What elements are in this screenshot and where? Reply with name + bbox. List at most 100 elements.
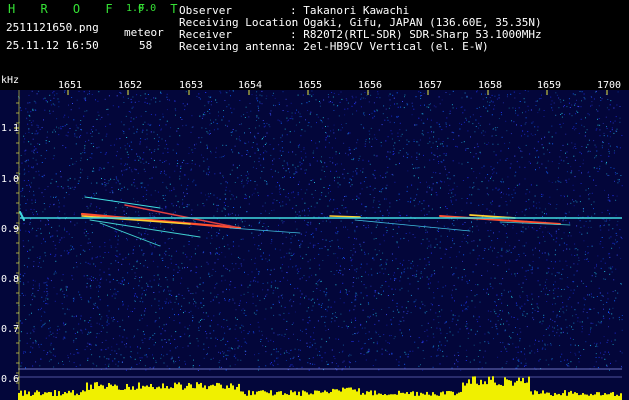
level-bar [96, 382, 98, 400]
level-bar [586, 394, 588, 400]
level-bar [610, 392, 612, 400]
level-bar [182, 389, 184, 400]
level-bar [32, 394, 34, 400]
level-bar [38, 391, 40, 400]
level-bar [440, 392, 442, 400]
level-bar [540, 393, 542, 400]
level-bar [430, 395, 432, 400]
level-bar [496, 385, 498, 400]
level-bar [158, 386, 160, 400]
level-bar [180, 384, 182, 400]
level-bar [78, 395, 80, 400]
level-bar [494, 382, 496, 400]
y-tick-label: 0.9 [1, 224, 20, 235]
level-bar [416, 391, 418, 400]
level-bar [100, 384, 102, 400]
level-bar [264, 391, 266, 400]
level-bar [272, 395, 274, 400]
level-bar [414, 395, 416, 400]
level-bar [246, 395, 248, 400]
level-bar [238, 383, 240, 400]
level-bar [144, 386, 146, 400]
level-bar [72, 390, 74, 400]
level-bar [286, 394, 288, 400]
meteor-label: meteor [124, 26, 164, 39]
y-tick-label: 1.1 [1, 123, 20, 134]
level-bar [578, 395, 580, 400]
level-bar [298, 391, 300, 400]
level-bar [140, 388, 142, 400]
y-tick-label: 0.7 [1, 324, 20, 335]
level-bar [326, 391, 328, 400]
level-bar [278, 391, 280, 400]
level-bar [474, 376, 476, 400]
level-bar [306, 392, 308, 400]
level-bar [462, 382, 464, 400]
y-tick-label: 1.0 [1, 174, 20, 185]
level-bar [354, 389, 356, 400]
antenna-label: Receiving antenna [179, 40, 292, 53]
level-bar [46, 392, 48, 400]
level-bar [112, 386, 114, 400]
level-bar [200, 382, 202, 400]
level-bar [202, 387, 204, 400]
level-bar [312, 394, 314, 400]
level-bar [364, 394, 366, 400]
level-bar [372, 395, 374, 400]
level-bar [552, 395, 554, 400]
level-bar [166, 386, 168, 400]
level-bar [68, 390, 70, 400]
level-bar [192, 388, 194, 400]
level-bar [148, 386, 150, 400]
level-bar [346, 387, 348, 400]
level-bar [74, 395, 76, 400]
level-bar [370, 390, 372, 400]
level-bar [410, 392, 412, 400]
level-bar [374, 390, 376, 400]
level-bar [478, 385, 480, 400]
level-bar [436, 395, 438, 400]
level-bar [208, 386, 210, 400]
level-bar [356, 391, 358, 400]
level-bar [310, 393, 312, 400]
level-bar [240, 391, 242, 400]
level-bar [20, 390, 22, 400]
level-bar [548, 392, 550, 400]
level-bar [258, 391, 260, 400]
level-bar [608, 394, 610, 400]
level-bar [560, 395, 562, 400]
level-bar [260, 390, 262, 400]
level-bar [142, 385, 144, 400]
level-bar [472, 376, 474, 400]
level-bar [198, 384, 200, 400]
level-bar [30, 395, 32, 400]
level-bar [322, 392, 324, 400]
level-bar [106, 386, 108, 400]
level-bar [130, 389, 132, 400]
level-bar [590, 393, 592, 400]
level-bar [588, 395, 590, 400]
y-tick-label: 0.6 [1, 374, 20, 385]
level-bar [76, 393, 78, 400]
level-bar [566, 395, 568, 400]
level-bar [420, 392, 422, 400]
level-bar [170, 387, 172, 400]
level-bar [110, 384, 112, 400]
level-bar [558, 393, 560, 400]
level-bar [196, 382, 198, 400]
level-bar [128, 386, 130, 400]
level-bar [452, 391, 454, 400]
level-bar [308, 394, 310, 400]
level-bar [56, 395, 58, 400]
level-bar [288, 394, 290, 400]
level-bar [520, 381, 522, 400]
level-bar [44, 392, 46, 400]
level-bar [28, 391, 30, 400]
level-bar [482, 384, 484, 400]
level-bar [102, 385, 104, 400]
level-bar [318, 390, 320, 400]
level-bar [366, 391, 368, 400]
level-bar [132, 386, 134, 400]
level-bar [218, 383, 220, 400]
level-bar [612, 392, 614, 400]
